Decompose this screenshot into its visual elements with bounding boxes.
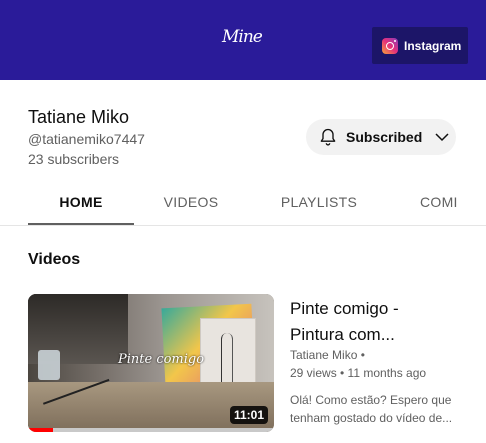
video-thumbnail[interactable]: Pinte comigo 11:01: [28, 294, 274, 432]
video-title-line1: Pinte comigo -: [290, 299, 399, 318]
tab-community[interactable]: COMI: [400, 178, 486, 225]
thumbnail-caption: Pinte comigo: [118, 352, 205, 367]
chevron-down-icon: [435, 133, 449, 142]
video-description-line1: Olá! Como estão? Espero que: [290, 393, 452, 407]
tab-home[interactable]: HOME: [28, 178, 134, 225]
video-meta: 29 views • 11 months ago: [290, 366, 427, 380]
instagram-icon: [382, 37, 398, 54]
tab-playlists[interactable]: PLAYLISTS: [264, 178, 374, 225]
subscriber-count: 23 subscribers: [28, 151, 120, 167]
channel-logo: Mine: [214, 24, 276, 50]
subscribed-label: Subscribed: [346, 129, 423, 145]
video-duration: 11:01: [229, 406, 268, 424]
channel-handle: @tatianemiko7447: [28, 131, 145, 147]
video-description-line2: tenham gostado do vídeo de...: [290, 411, 453, 425]
video-description: Olá! Como estão? Espero que tenham gosta…: [290, 391, 460, 427]
channel-name: Tatiane Miko: [28, 107, 130, 127]
subscribed-button[interactable]: Subscribed: [306, 119, 456, 155]
instagram-link-label: Instagram: [404, 38, 462, 53]
channel-banner: Mine Instagram: [0, 0, 486, 80]
tab-videos[interactable]: VIDEOS: [136, 178, 246, 225]
channel-logo-text: Mine: [222, 27, 263, 47]
section-title: Videos: [28, 251, 81, 268]
video-channel-name[interactable]: Tatiane Miko •: [290, 348, 365, 362]
instagram-link[interactable]: Instagram: [372, 27, 468, 64]
watch-progress-fill: [28, 428, 53, 432]
video-title[interactable]: Pinte comigo - Pintura com...: [290, 296, 460, 348]
video-title-line2: Pintura com...: [290, 325, 395, 344]
channel-tabs: HOME VIDEOS PLAYLISTS COMI: [0, 178, 486, 226]
bell-icon: [320, 128, 336, 146]
thumbnail-jar: [38, 350, 60, 380]
watch-progress-bar: [28, 428, 274, 432]
